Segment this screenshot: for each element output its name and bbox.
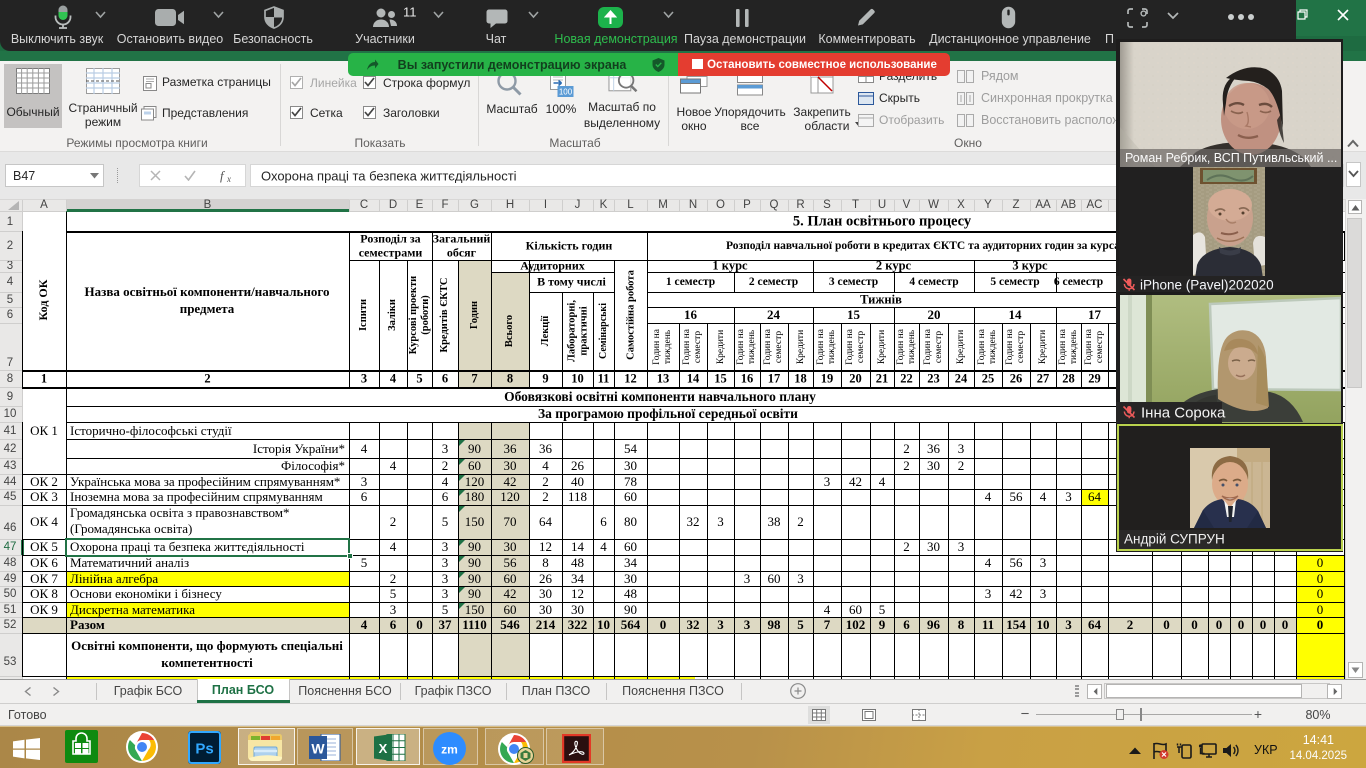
svg-text:f: f: [220, 169, 226, 183]
svg-text:zm: zm: [441, 743, 458, 757]
svg-text:X: X: [379, 741, 388, 756]
svg-text:W: W: [311, 741, 325, 757]
svg-text:Ps: Ps: [195, 741, 213, 758]
svg-text:100: 100: [559, 88, 573, 97]
svg-text:x: x: [226, 174, 231, 183]
